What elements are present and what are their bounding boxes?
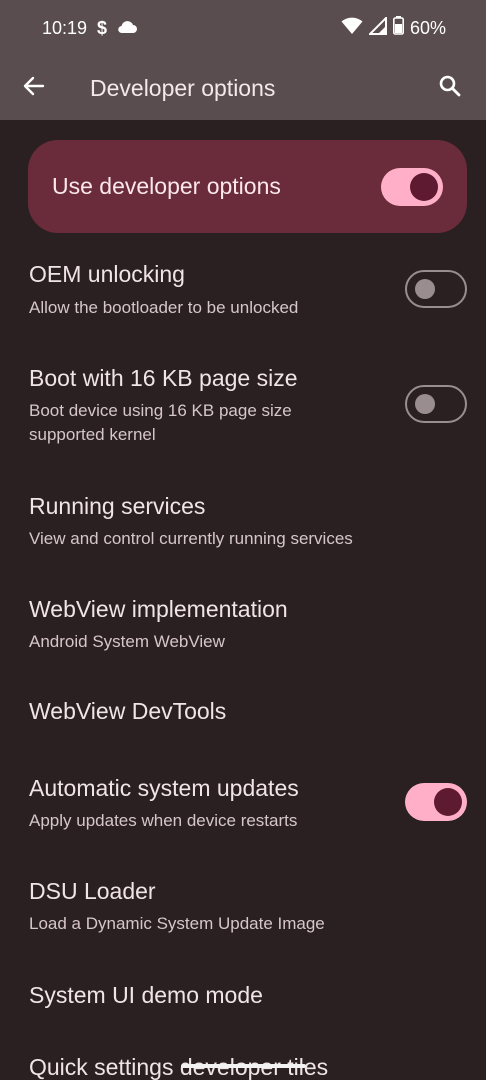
pref-summary: Load a Dynamic System Update Image — [29, 914, 325, 933]
switch-thumb — [434, 788, 462, 816]
master-switch-label: Use developer options — [52, 173, 281, 199]
developer-options-switch[interactable] — [381, 168, 443, 206]
pref-summary: Boot device using 16 KB page size — [29, 401, 292, 420]
cloud-icon — [117, 18, 138, 39]
battery-percent: 60% — [409, 17, 446, 38]
switch-thumb — [415, 279, 435, 299]
pref-dsu-loader[interactable]: DSU Loader Load a Dynamic System Update … — [0, 866, 486, 946]
pref-automatic-system-updates[interactable]: Automatic system updates Apply updates w… — [0, 763, 486, 843]
settings-list[interactable]: Use developer options OEM unlocking Allo… — [0, 120, 486, 1080]
arrow-back-icon — [23, 75, 45, 102]
switch-thumb — [410, 173, 438, 201]
pref-boot-16kb[interactable]: Boot with 16 KB page size Boot device us… — [0, 352, 486, 452]
pref-title: Boot with 16 KB page size — [29, 365, 298, 391]
wifi-icon — [341, 17, 363, 40]
back-button[interactable] — [2, 56, 66, 120]
pref-summary: Android System WebView — [29, 632, 225, 651]
search-icon — [438, 74, 462, 103]
automatic-updates-switch[interactable] — [405, 783, 467, 821]
pref-summary: Apply updates when device restarts — [29, 811, 298, 830]
gesture-navigation-bar[interactable] — [181, 1064, 306, 1068]
pref-title: Automatic system updates — [29, 775, 299, 801]
pref-webview-implementation[interactable]: WebView implementation Android System We… — [0, 584, 486, 664]
pref-summary: Allow the bootloader to be unlocked — [29, 298, 299, 317]
battery-icon — [392, 16, 404, 40]
pref-summary: View and control currently running servi… — [29, 529, 353, 548]
page-title: Developer options — [90, 74, 276, 101]
cell-signal-icon — [367, 15, 387, 40]
boot-16kb-switch[interactable] — [405, 385, 467, 423]
pref-system-ui-demo-mode[interactable]: System UI demo mode — [0, 966, 486, 1026]
pref-title: OEM unlocking — [29, 261, 185, 287]
pref-title: WebView DevTools — [29, 698, 227, 724]
use-developer-options-card[interactable]: Use developer options — [28, 140, 467, 233]
search-button[interactable] — [422, 56, 478, 120]
pref-title: Running services — [29, 493, 206, 519]
pref-oem-unlocking[interactable]: OEM unlocking Allow the bootloader to be… — [0, 248, 486, 328]
app-bar: Developer options — [0, 56, 486, 120]
pref-quick-settings-developer-tiles[interactable]: Quick settings developer tiles — [0, 1040, 486, 1080]
pref-running-services[interactable]: Running services View and control curren… — [0, 480, 486, 560]
pref-webview-devtools[interactable]: WebView DevTools — [0, 682, 486, 742]
switch-thumb — [415, 394, 435, 414]
pref-title: DSU Loader — [29, 878, 156, 904]
dollar-icon: $ — [97, 17, 108, 38]
pref-title: WebView implementation — [29, 596, 288, 622]
status-bar: 10:19 $ 60% — [0, 0, 486, 56]
status-time: 10:19 — [42, 17, 88, 38]
pref-summary-line-2: supported kernel — [29, 425, 156, 444]
pref-title: System UI demo mode — [29, 982, 263, 1008]
oem-unlocking-switch[interactable] — [405, 270, 467, 308]
